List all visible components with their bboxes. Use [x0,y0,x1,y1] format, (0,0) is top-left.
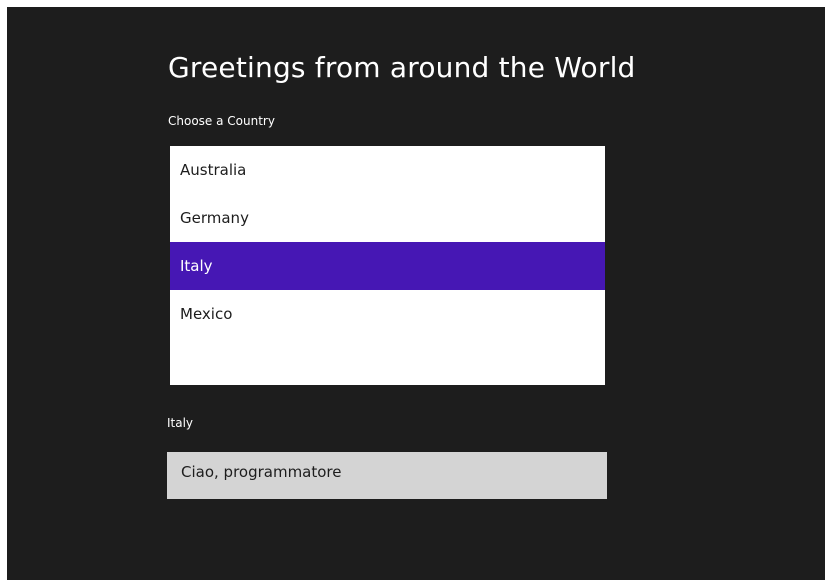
list-item-australia[interactable]: Australia [170,146,605,194]
country-list[interactable]: Australia Germany Italy Mexico [170,146,605,385]
list-item-germany[interactable]: Germany [170,194,605,242]
choose-country-label: Choose a Country [168,114,275,128]
app-window: Greetings from around the World Choose a… [7,7,825,580]
selected-country-label: Italy [167,416,194,430]
greeting-text: Ciao, programmatore [181,463,342,481]
list-item-mexico[interactable]: Mexico [170,290,605,338]
greeting-text-box: Ciao, programmatore [167,452,607,499]
page-title: Greetings from around the World [168,51,636,84]
list-item-italy[interactable]: Italy [170,242,605,290]
